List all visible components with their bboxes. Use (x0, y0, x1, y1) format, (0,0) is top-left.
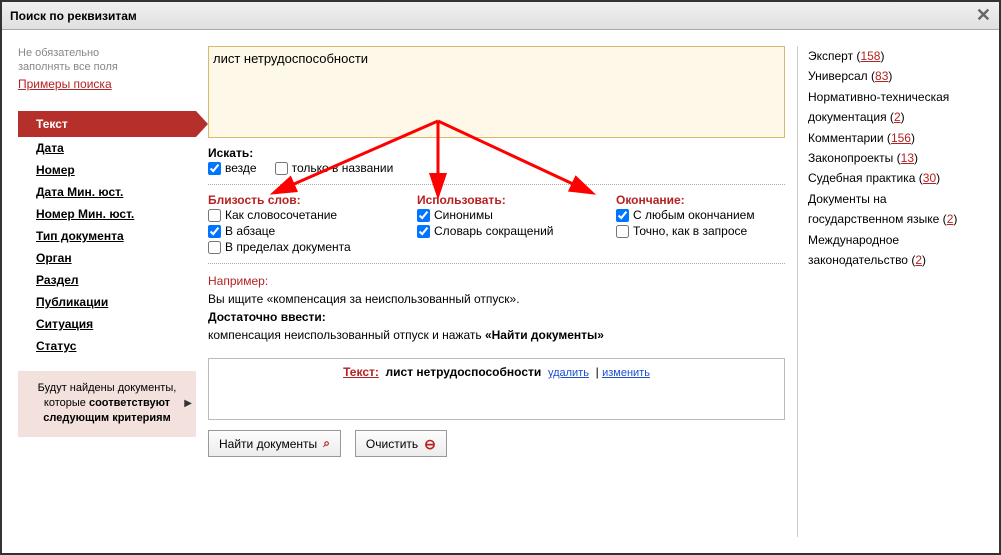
example-block: Например: Вы ищите «компенсация за неисп… (208, 272, 785, 344)
nav-organ[interactable]: Орган (18, 247, 196, 269)
db-count[interactable]: 2 (915, 253, 922, 267)
clear-icon: ⊖ (424, 439, 436, 449)
titlebar: Поиск по реквизитам ✕ (2, 2, 999, 30)
chk-abbrev[interactable]: Словарь сокращений (417, 223, 586, 239)
criteria-tag: Текст: (343, 365, 379, 379)
criteria-delete[interactable]: удалить (548, 367, 589, 379)
chk-title-only[interactable]: только в названии (275, 160, 394, 176)
db-item-4[interactable]: Законопроекты (13) (808, 148, 983, 168)
db-item-6[interactable]: Документы на государственном языке (2) (808, 189, 983, 230)
nav-pub[interactable]: Публикации (18, 291, 196, 313)
db-count[interactable]: 158 (860, 49, 880, 63)
example-label: Например: (208, 272, 785, 290)
example-bold: Достаточно ввести: (208, 310, 326, 324)
db-item-5[interactable]: Судебная практика (30) (808, 168, 983, 188)
db-count[interactable]: 83 (875, 69, 888, 83)
use-label: Использовать: (417, 193, 586, 207)
note-line2: которые соответствуют (28, 396, 186, 411)
chk-exact[interactable]: Точно, как в запросе (616, 223, 785, 239)
hint-line2: заполнять все поля (18, 60, 196, 74)
nav-text[interactable]: Текст (18, 111, 196, 137)
db-item-0[interactable]: Эксперт (158) (808, 46, 983, 66)
db-item-1[interactable]: Универсал (83) (808, 66, 983, 86)
db-item-7[interactable]: Международное законодательство (2) (808, 230, 983, 271)
closeness-label: Близость слов: (208, 193, 387, 207)
nav-date[interactable]: Дата (18, 137, 196, 159)
note-line3: следующим критериям (28, 411, 186, 426)
right-panel: Эксперт (158)Универсал (83)Нормативно-те… (797, 46, 983, 537)
left-panel: Не обязательно заполнять все поля Пример… (18, 46, 196, 537)
chevron-right-icon: ▶ (184, 397, 192, 411)
nav-situation[interactable]: Ситуация (18, 313, 196, 335)
chk-document[interactable]: В пределах документа (208, 239, 387, 255)
example-line2: компенсация неиспользованный отпуск и на… (208, 326, 785, 344)
nav-section[interactable]: Раздел (18, 269, 196, 291)
nav-number[interactable]: Номер (18, 159, 196, 181)
examples-link[interactable]: Примеры поиска (18, 77, 112, 91)
nav-list: Текст Дата Номер Дата Мин. юст. Номер Ми… (18, 111, 196, 357)
search-icon: ⌕ (323, 436, 330, 451)
chk-anyending[interactable]: С любым окончанием (616, 207, 785, 223)
criteria-value: лист нетрудоспособности (386, 365, 542, 379)
close-icon[interactable]: ✕ (976, 5, 991, 26)
chk-paragraph[interactable]: В абзаце (208, 223, 387, 239)
nav-status[interactable]: Статус (18, 335, 196, 357)
db-count[interactable]: 2 (894, 110, 901, 124)
hint-line1: Не обязательно (18, 46, 196, 60)
chk-phrase[interactable]: Как словосочетание (208, 207, 387, 223)
chk-synonyms[interactable]: Синонимы (417, 207, 586, 223)
center-panel: Искать: везде только в названии Близость… (208, 46, 785, 537)
query-wrap (208, 46, 785, 138)
ending-label: Окончание: (616, 193, 785, 207)
db-count[interactable]: 156 (891, 131, 911, 145)
nav-minjust-no[interactable]: Номер Мин. юст. (18, 203, 196, 225)
find-button[interactable]: Найти документы ⌕ (208, 430, 341, 457)
nav-minjust-date[interactable]: Дата Мин. юст. (18, 181, 196, 203)
criteria-note[interactable]: Будут найдены документы, которые соответ… (18, 371, 196, 437)
criteria-box: Текст: лист нетрудоспособности удалить |… (208, 358, 785, 420)
nav-doctype[interactable]: Тип документа (18, 225, 196, 247)
db-count[interactable]: 2 (947, 212, 954, 226)
db-count[interactable]: 30 (923, 171, 936, 185)
db-item-2[interactable]: Нормативно-техническая документация (2) (808, 87, 983, 128)
search-dialog: Поиск по реквизитам ✕ Не обязательно зап… (0, 0, 1001, 555)
criteria-edit[interactable]: изменить (602, 367, 650, 379)
chk-everywhere[interactable]: везде (208, 160, 257, 176)
db-item-3[interactable]: Комментарии (156) (808, 128, 983, 148)
note-line1: Будут найдены документы, (28, 381, 186, 396)
search-label: Искать: (208, 146, 785, 160)
window-title: Поиск по реквизитам (10, 9, 976, 23)
query-input[interactable] (213, 51, 780, 133)
example-line1: Вы ищите «компенсация за неиспользованны… (208, 290, 785, 308)
clear-button[interactable]: Очистить ⊖ (355, 430, 447, 457)
db-count[interactable]: 13 (901, 151, 914, 165)
